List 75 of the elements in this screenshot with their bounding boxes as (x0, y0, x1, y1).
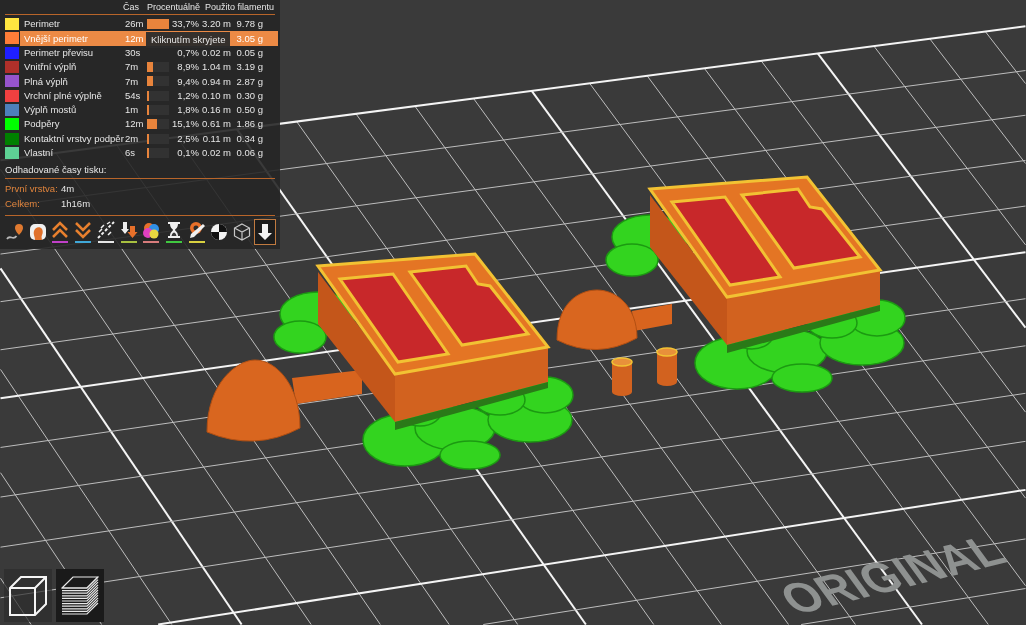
weight-value: 3.19 g (236, 62, 263, 72)
percent-value: 1,2% (177, 90, 199, 101)
weight-value: 1.86 g (236, 119, 263, 129)
legend-label: Vnitřní výplň (24, 62, 77, 72)
pencil-icon (187, 220, 206, 239)
weight-value: 0.05 g (236, 48, 263, 58)
percent-value: 15,1% (172, 119, 199, 129)
time-value: 2m (125, 133, 139, 144)
length-value: 0.16 m (201, 105, 231, 115)
column-header: Čas (123, 2, 139, 12)
time-value: 6s (125, 148, 136, 158)
estimate-value: 4m (61, 183, 76, 194)
length-value: 0.11 m (202, 133, 231, 144)
down-arrows-icon (119, 220, 138, 239)
double-chevron-down-icon (74, 220, 93, 239)
time-value: 12m (125, 119, 144, 129)
estimate-label: První vrstva: (5, 183, 59, 194)
time-value: 54s (125, 90, 141, 101)
toolbar-button[interactable] (253, 218, 276, 245)
percent-value: 8,9% (177, 62, 199, 72)
estimate-label: Celkem: (5, 198, 41, 209)
length-value: 0.94 m (201, 76, 231, 87)
legend-label: Vrchní plné výplně (24, 90, 102, 101)
percent-value: 33,7% (172, 19, 199, 29)
percent-value: 2,5% (177, 133, 199, 144)
legend-label: Plná výplň (24, 76, 68, 87)
time-value: 30s (125, 48, 141, 58)
estimate-value: 1h16m (61, 198, 92, 209)
color-circles-icon (142, 220, 161, 239)
length-value: 0.02 m (201, 48, 231, 58)
cube-outline-icon (9, 575, 47, 616)
bed-logo-text: ORIGINAL (771, 528, 1014, 621)
estimates-title: Odhadované časy tisku: (5, 165, 107, 175)
weight-value: 9.78 g (236, 19, 263, 29)
length-value: 1.04 m (201, 62, 231, 72)
quartered-circle-icon (210, 222, 229, 241)
time-value: 26m (125, 19, 144, 29)
percent-value: 0,7% (177, 48, 199, 58)
length-value: 0.61 m (201, 119, 231, 129)
view-mode-button[interactable] (56, 569, 104, 622)
dashed-line-icon (96, 220, 115, 239)
weight-value: 0.06 g (236, 148, 263, 158)
percent-value: 9,4% (177, 76, 199, 87)
legend-label: Perimetr převisu (24, 48, 94, 58)
cube-outline-icon (233, 222, 252, 241)
view-mode-button[interactable] (4, 569, 52, 622)
cylinder-drawing (656, 347, 678, 386)
time-value: 7m (125, 76, 139, 87)
weight-value: 0.34 g (236, 133, 263, 144)
weight-value: 2.87 g (236, 76, 263, 87)
legend-label: Podpěry (24, 119, 60, 129)
tooltip: Kliknutím skryjete (146, 32, 231, 48)
time-value: 1m (125, 105, 139, 115)
length-value: 3.20 m (201, 19, 231, 29)
legend-label: Perimetr (24, 19, 60, 29)
cylinder-drawing (611, 357, 633, 396)
length-value: 0.02 m (201, 148, 231, 158)
percent-value: 0,1% (177, 148, 199, 158)
time-value: 12m (125, 33, 144, 44)
layered-cube-icon (61, 575, 99, 616)
legend-label: Vlastní (24, 148, 54, 158)
legend-label: Vnější perimetr (24, 33, 88, 44)
weight-value: 3.05 g (236, 33, 263, 44)
weight-value: 0.50 g (236, 105, 263, 115)
route-icon (6, 222, 24, 241)
legend-label: Výplň mostů (24, 105, 77, 115)
legend-label: Kontaktní vrstvy podpěr (24, 133, 124, 144)
double-chevron-up-icon (51, 220, 70, 239)
length-value: 0.10 m (201, 90, 231, 101)
percent-value: 1,8% (177, 105, 199, 115)
time-value: 7m (125, 62, 139, 72)
head-silhouette-icon (28, 222, 47, 241)
column-header: Použito filamentu (205, 2, 275, 12)
column-header: Procentuálně (147, 2, 201, 12)
weight-value: 0.30 g (236, 90, 263, 101)
